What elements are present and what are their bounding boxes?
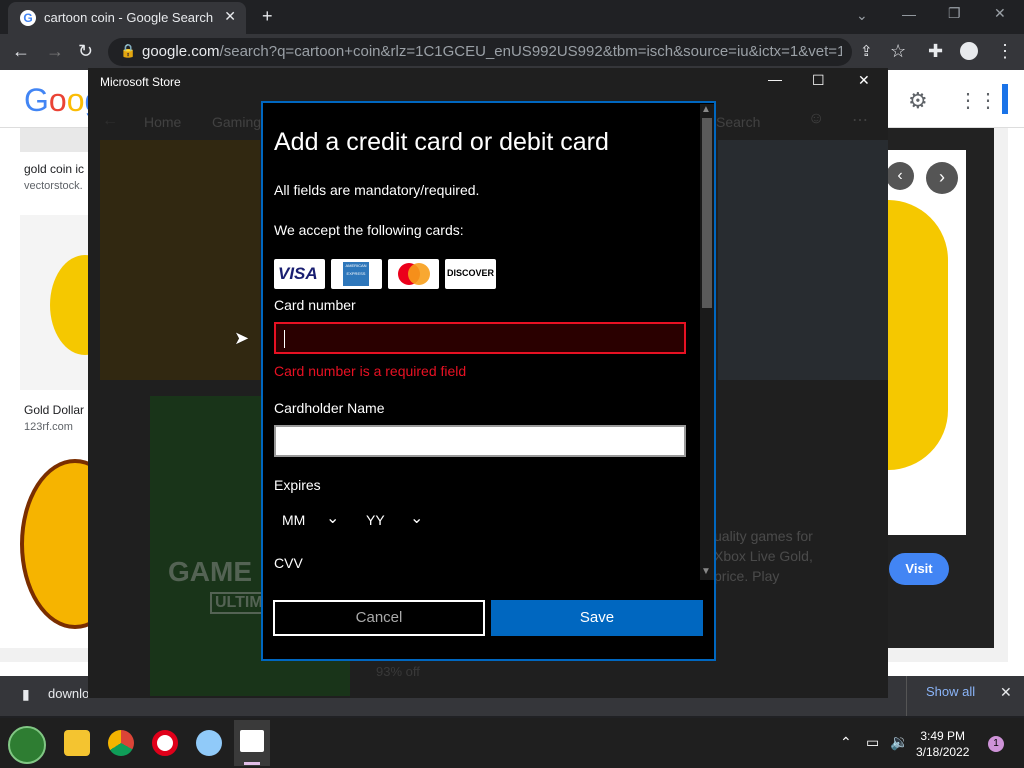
settings-app-icon[interactable] [196, 730, 222, 756]
chrome-icon[interactable] [108, 730, 134, 756]
mastercard-card-icon: mastercard [388, 259, 439, 289]
settings-gear-icon[interactable]: ⚙ [908, 88, 928, 114]
card-number-input[interactable] [274, 322, 686, 354]
new-tab-icon[interactable]: + [262, 6, 273, 27]
store-maximize-icon[interactable]: ☐ [812, 72, 825, 89]
file-icon: ▮ [22, 686, 30, 702]
show-all-link[interactable]: Show all [926, 684, 975, 699]
network-icon[interactable]: ▭ [866, 734, 879, 751]
mandatory-note: All fields are mandatory/required. [274, 182, 480, 198]
dialog-title: Add a credit card or debit card [274, 128, 609, 156]
visa-label: VISA [278, 264, 318, 283]
amex-card-icon: AMERICAN EXPRESS [331, 259, 382, 289]
page-scrollbar[interactable] [994, 128, 1008, 648]
close-download-bar-icon[interactable]: ✕ [1000, 684, 1012, 701]
cvv-label: CVV [274, 555, 303, 571]
download-filename[interactable]: downlo [48, 686, 89, 701]
cardholder-name-label: Cardholder Name [274, 400, 385, 416]
chevron-down-icon: ⌄ [410, 510, 424, 527]
result-image-top[interactable] [20, 128, 88, 152]
bookmark-star-icon[interactable]: ☆ [890, 41, 906, 62]
show-hidden-icons-icon[interactable]: ⌃ [840, 734, 852, 751]
restore-icon[interactable]: ❐ [948, 5, 961, 22]
start-button-icon[interactable] [8, 726, 46, 764]
cardholder-name-input[interactable] [274, 425, 686, 457]
preview-prev-icon[interactable]: ‹ [886, 162, 914, 190]
browser-tab[interactable]: G cartoon coin - Google Search ✕ [8, 2, 246, 34]
store-taskbar-active[interactable] [234, 720, 270, 766]
url-host: google.com [142, 43, 220, 60]
discover-card-icon: DISCOVER [445, 259, 496, 289]
chevron-down-icon: ⌄ [326, 510, 340, 527]
visit-button[interactable]: Visit [889, 553, 949, 585]
more-menu-icon[interactable]: ⋮ [996, 41, 1014, 62]
expiry-year-select[interactable]: YY ⌄ [358, 504, 434, 536]
taskbar-clock[interactable]: 3:49 PM 3/18/2022 [916, 728, 969, 760]
scroll-up-icon[interactable]: ▲ [701, 104, 711, 115]
result-title[interactable]: gold coin ic [24, 162, 84, 176]
clock-date: 3/18/2022 [916, 745, 970, 759]
divider [906, 676, 907, 716]
store-taskbar-icon [240, 730, 264, 752]
dialog-scroll-thumb[interactable] [702, 118, 712, 308]
visa-card-icon: VISA [274, 259, 325, 289]
forward-icon[interactable]: → [46, 41, 64, 62]
store-close-icon[interactable]: ✕ [858, 72, 870, 89]
url-path: /search?q=cartoon+coin&rlz=1C1GCEU_enUS9… [219, 43, 842, 60]
file-explorer-icon[interactable] [64, 730, 90, 756]
store-minimize-icon[interactable]: — [768, 71, 782, 87]
google-favicon-icon: G [20, 10, 36, 26]
notification-badge[interactable]: 1 [988, 736, 1004, 752]
tab-title: cartoon coin - Google Search [44, 10, 214, 25]
expiry-year-value: YY [366, 512, 385, 528]
preview-coin-image [888, 200, 948, 470]
card-number-error: Card number is a required field [274, 363, 467, 379]
profile-avatar[interactable] [960, 42, 978, 60]
preview-next-icon[interactable]: › [926, 162, 958, 194]
tab-search-icon[interactable]: ⌄ [856, 7, 868, 24]
result-source: vectorstock. [24, 180, 83, 192]
opera-icon[interactable] [152, 730, 178, 756]
reload-icon[interactable]: ↻ [78, 41, 93, 62]
volume-icon[interactable]: 🔉 [890, 733, 909, 751]
close-window-icon[interactable]: ✕ [994, 5, 1006, 22]
preview-image[interactable] [888, 150, 966, 535]
minimize-icon[interactable]: — [902, 6, 916, 22]
result-source: 123rf.com [24, 421, 73, 433]
mastercard-orange-circle [408, 263, 430, 285]
result-image[interactable] [20, 215, 120, 390]
expiry-month-select[interactable]: MM ⌄ [274, 504, 350, 536]
result-image[interactable] [20, 455, 130, 635]
mouse-cursor-icon: ➤ [234, 328, 250, 348]
scroll-down-icon[interactable]: ▼ [701, 566, 711, 577]
extensions-icon[interactable]: ✚ [928, 41, 943, 62]
result-title[interactable]: Gold Dollar [24, 403, 84, 417]
store-titlebar: Microsoft Store — ☐ ✕ [88, 68, 888, 96]
accepted-cards-label: We accept the following cards: [274, 222, 464, 238]
store-window-title: Microsoft Store [100, 75, 181, 89]
lock-icon: 🔒 [120, 43, 137, 58]
clock-time: 3:49 PM [920, 729, 966, 743]
address-bar[interactable]: 🔒 google.com/search?q=cartoon+coin&rlz=1… [108, 38, 852, 66]
cancel-button[interactable]: Cancel [273, 600, 485, 636]
url-text: google.com/search?q=cartoon+coin&rlz=1C1… [142, 43, 842, 60]
active-indicator [244, 762, 260, 765]
save-button[interactable]: Save [491, 600, 703, 636]
share-icon[interactable]: ⇪ [860, 42, 873, 60]
expiry-month-value: MM [282, 512, 306, 528]
text-caret [284, 330, 285, 348]
back-icon[interactable]: ← [12, 41, 30, 62]
scroll-indicator [1002, 84, 1008, 114]
card-number-label: Card number [274, 297, 356, 313]
tab-close-icon[interactable]: ✕ [224, 8, 236, 25]
amex-label: AMERICAN EXPRESS [343, 262, 369, 286]
apps-grid-icon[interactable]: ⋮⋮ [958, 88, 998, 113]
discover-label: DISCOVER [447, 268, 495, 278]
expires-label: Expires [274, 477, 321, 493]
